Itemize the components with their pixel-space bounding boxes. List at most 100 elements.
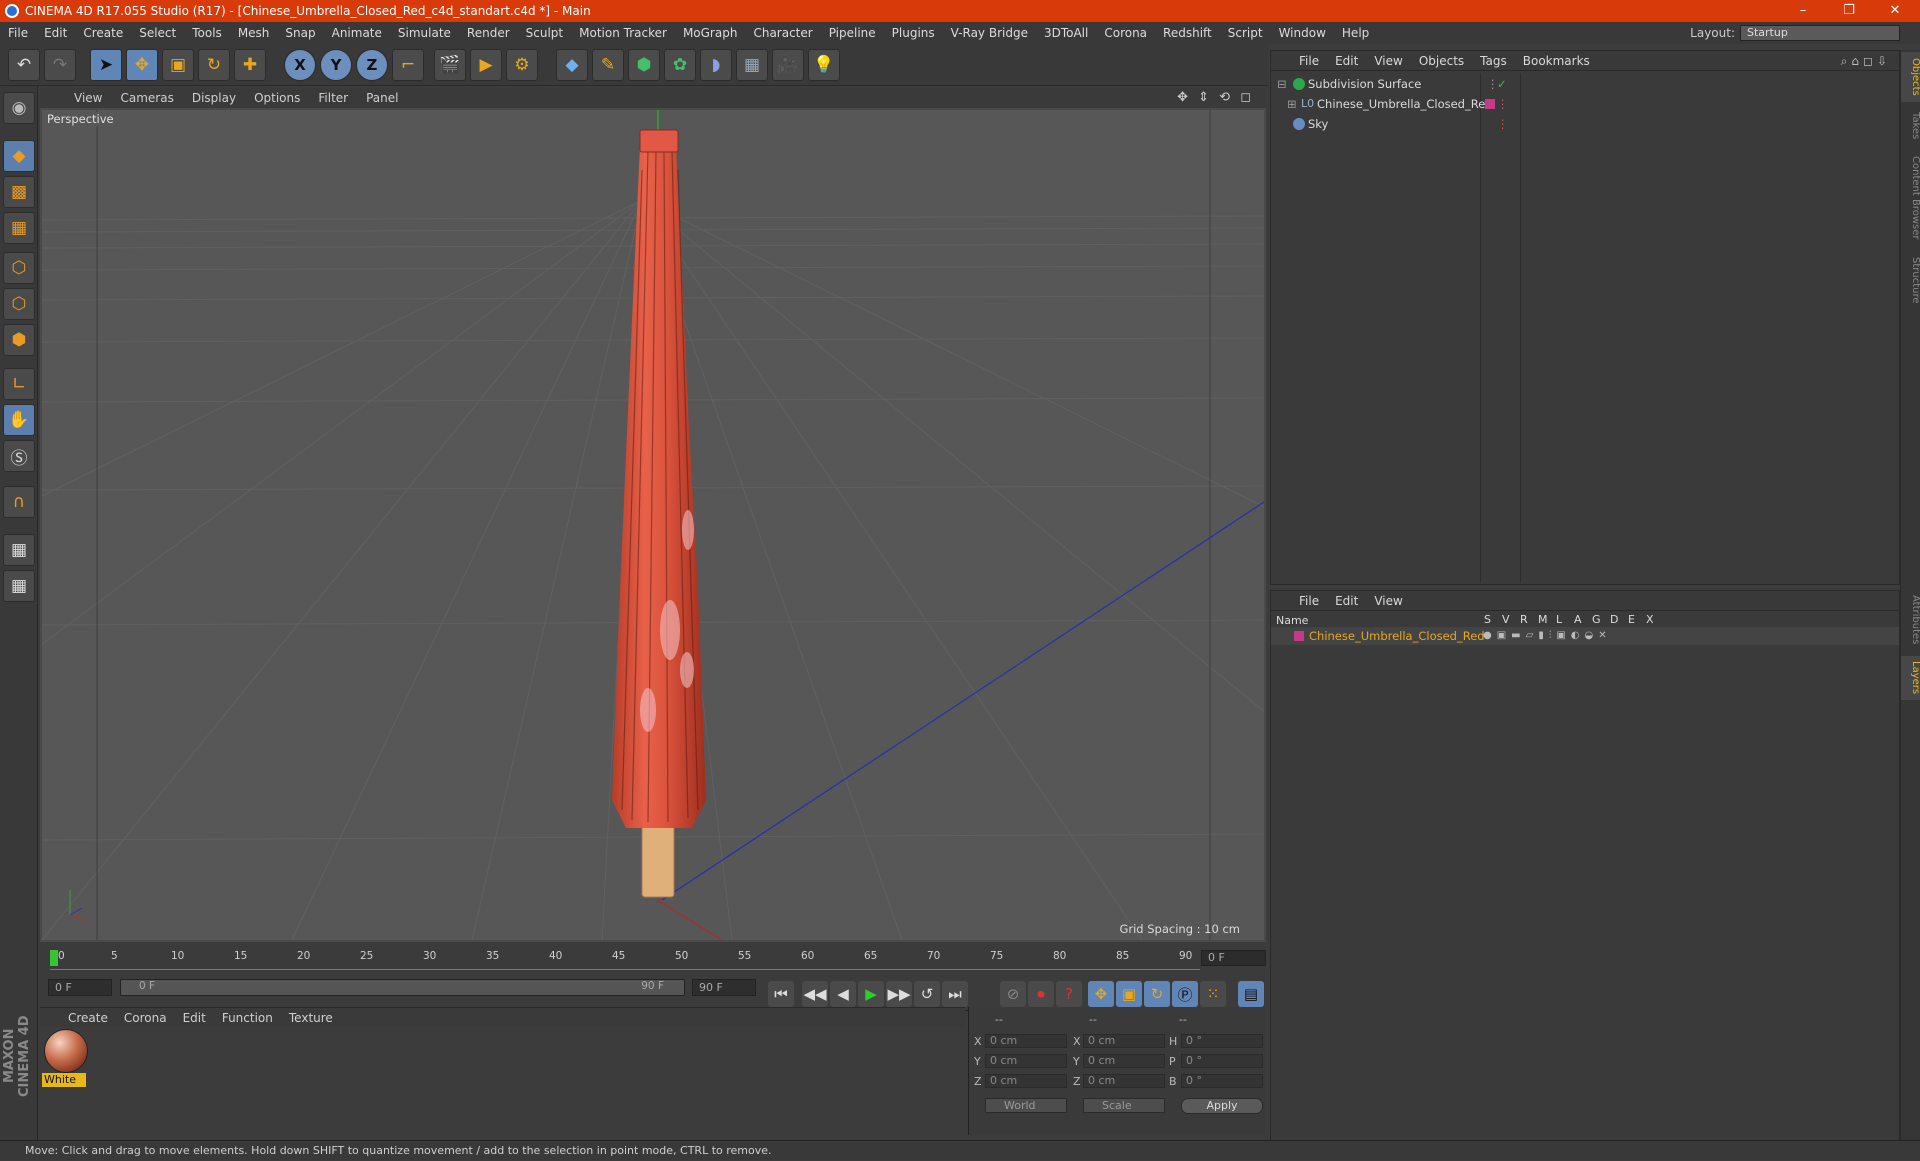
polygons-mode-icon[interactable]: ⬢ — [3, 324, 35, 356]
menu-mesh[interactable]: Mesh — [230, 26, 278, 40]
menu-motion-tracker[interactable]: Motion Tracker — [571, 26, 675, 40]
render-picture-viewer-button[interactable]: ▶ — [470, 49, 502, 81]
pen-spline-button[interactable]: ✎ — [592, 49, 624, 81]
tweak-mode-icon[interactable]: ✋ — [3, 404, 35, 436]
select-tool-button[interactable]: ➤ — [90, 49, 122, 81]
current-frame-field[interactable]: 0 F — [1201, 950, 1266, 966]
grid-icon[interactable]: ▦ — [3, 570, 35, 602]
menu-simulate[interactable]: Simulate — [390, 26, 459, 40]
start-frame-field[interactable]: 0 F — [48, 979, 112, 996]
camera-button[interactable]: 🎥 — [772, 49, 804, 81]
menu-pipeline[interactable]: Pipeline — [821, 26, 884, 40]
tab-attributes[interactable]: Attributes — [1901, 590, 1920, 650]
points-mode-icon[interactable]: ⬡ — [3, 252, 35, 284]
magnet-icon[interactable]: ∩ — [3, 486, 35, 518]
objects-menu-objects[interactable]: Objects — [1411, 54, 1472, 68]
minimize-button[interactable]: – — [1780, 0, 1826, 22]
key-pla-icon[interactable]: ⁙ — [1200, 981, 1226, 1007]
menu-file[interactable]: File — [0, 26, 36, 40]
loop-button[interactable]: ↺ — [914, 981, 940, 1007]
coordinate-space-select[interactable]: World — [985, 1098, 1067, 1113]
layers-menu-edit[interactable]: Edit — [1327, 594, 1366, 608]
tab-objects[interactable]: Objects — [1901, 52, 1920, 102]
cube-object-button[interactable]: ◆ — [556, 49, 588, 81]
redo-button[interactable]: ↷ — [44, 49, 76, 81]
objects-menu-view[interactable]: View — [1366, 54, 1410, 68]
size-y-field[interactable]: 0 cm — [1083, 1054, 1165, 1068]
subdivision-surface-button[interactable]: ⬢ — [628, 49, 660, 81]
material-menu-texture[interactable]: Texture — [281, 1011, 341, 1025]
menu-animate[interactable]: Animate — [324, 26, 390, 40]
material-swatch[interactable]: White — [42, 1027, 88, 1087]
layer-row[interactable]: Chinese_Umbrella_Closed_Red ●▣▬▱▮⫶▣◐◒✕ — [1271, 627, 1899, 645]
position-x-field[interactable]: 0 cm — [985, 1034, 1067, 1048]
record-icon[interactable]: ⊘ — [1000, 981, 1026, 1007]
layer-color-icon[interactable] — [1294, 631, 1304, 641]
material-menu-edit[interactable]: Edit — [175, 1011, 214, 1025]
size-x-field[interactable]: 0 cm — [1083, 1034, 1165, 1048]
close-button[interactable]: ✕ — [1872, 0, 1918, 22]
viewport-menu-display[interactable]: Display — [183, 91, 245, 105]
workplane-lock-icon[interactable]: ▦ — [3, 534, 35, 566]
cloner-button[interactable]: ✿ — [664, 49, 696, 81]
render-settings-button[interactable]: ⚙ — [506, 49, 538, 81]
objects-menu-file[interactable]: File — [1291, 54, 1327, 68]
floor-button[interactable]: ▦ — [736, 49, 768, 81]
viewport-nav-icons[interactable]: ✥ ⇕ ⟲ ◻ — [1177, 90, 1254, 105]
y-axis-lock-button[interactable]: Y — [320, 49, 352, 81]
objects-menu-bookmarks[interactable]: Bookmarks — [1515, 54, 1598, 68]
menu-sculpt[interactable]: Sculpt — [518, 26, 571, 40]
timeline-window-icon[interactable]: ▤ — [1238, 981, 1264, 1007]
play-button[interactable]: ▶ — [858, 981, 884, 1007]
timeline-track[interactable]: 0 5 10 15 20 25 30 35 40 45 50 55 60 65 … — [50, 948, 1200, 970]
coordinate-mode-select[interactable]: Scale — [1083, 1098, 1165, 1113]
menu-corona[interactable]: Corona — [1096, 26, 1155, 40]
viewport-menu-cameras[interactable]: Cameras — [111, 91, 182, 105]
edges-mode-icon[interactable]: ⬡ — [3, 288, 35, 320]
viewport-menu-options[interactable]: Options — [245, 91, 309, 105]
key-scale-icon[interactable]: ▣ — [1116, 981, 1142, 1007]
go-to-end-button[interactable]: ⏭ — [942, 981, 968, 1007]
light-button[interactable]: 💡 — [808, 49, 840, 81]
rotation-h-field[interactable]: 0 ° — [1181, 1034, 1263, 1048]
autokey-icon[interactable]: ⏺ — [1028, 981, 1054, 1007]
key-position-icon[interactable]: ✥ — [1088, 981, 1114, 1007]
previous-key-button[interactable]: ◀◀ — [802, 981, 828, 1007]
z-axis-lock-button[interactable]: Z — [356, 49, 388, 81]
menu-tools[interactable]: Tools — [184, 26, 230, 40]
axis-mode-icon[interactable]: ∟ — [3, 368, 35, 400]
collapse-icon[interactable]: ⊟ — [1277, 75, 1287, 93]
rotation-p-field[interactable]: 0 ° — [1181, 1054, 1263, 1068]
key-parameter-icon[interactable]: Ⓟ — [1172, 981, 1198, 1007]
tab-layers[interactable]: Layers — [1901, 656, 1920, 700]
end-frame-field[interactable]: 90 F — [692, 979, 756, 996]
visibility-dots-icon[interactable]: ⋮ — [1497, 95, 1509, 113]
menu-create[interactable]: Create — [75, 26, 131, 40]
menu-character[interactable]: Character — [745, 26, 820, 40]
key-rotation-icon[interactable]: ↻ — [1144, 981, 1170, 1007]
tab-structure[interactable]: Structure — [1901, 250, 1920, 310]
undo-button[interactable]: ↶ — [8, 49, 40, 81]
viewport-menu-filter[interactable]: Filter — [309, 91, 357, 105]
playhead[interactable] — [50, 950, 58, 966]
menu-help[interactable]: Help — [1334, 26, 1377, 40]
layers-menu-view[interactable]: View — [1366, 594, 1410, 608]
deformer-button[interactable]: ◗ — [700, 49, 732, 81]
tab-takes[interactable]: Takes — [1901, 106, 1920, 146]
menu-snap[interactable]: Snap — [277, 26, 323, 40]
restore-button[interactable]: ❐ — [1826, 0, 1872, 22]
size-z-field[interactable]: 0 cm — [1083, 1074, 1165, 1088]
viewport-menu-view[interactable]: View — [65, 91, 111, 105]
texture-mode-icon[interactable]: ▩ — [3, 176, 35, 208]
viewport-menu-panel[interactable]: Panel — [357, 91, 407, 105]
menu-window[interactable]: Window — [1271, 26, 1334, 40]
frame-range-slider[interactable]: 0 F 90 F — [120, 979, 685, 996]
material-menu-function[interactable]: Function — [214, 1011, 281, 1025]
next-frame-button[interactable]: ▶▶ — [886, 981, 912, 1007]
position-y-field[interactable]: 0 cm — [985, 1054, 1067, 1068]
keyframe-selection-icon[interactable]: ? — [1056, 981, 1082, 1007]
enabled-check-icon[interactable]: ✓ — [1497, 75, 1507, 93]
previous-frame-button[interactable]: ◀ — [830, 981, 856, 1007]
snap-icon[interactable]: Ⓢ — [3, 440, 35, 472]
menu-edit[interactable]: Edit — [36, 26, 75, 40]
